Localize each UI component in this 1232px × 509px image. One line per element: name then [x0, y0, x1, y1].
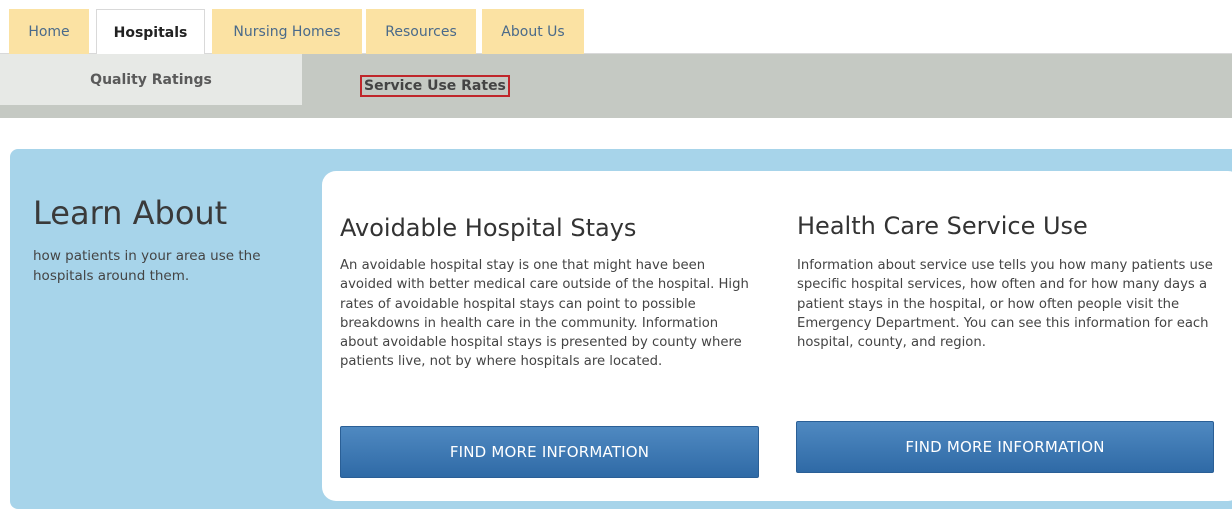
subnav-quality-ratings[interactable]: Quality Ratings: [0, 54, 302, 105]
tab-home[interactable]: Home: [9, 9, 89, 54]
avoidable-stays-description: An avoidable hospital stay is one that m…: [340, 258, 749, 370]
learn-about-subtitle: how patients in your area use the hospit…: [33, 248, 261, 284]
tab-resources[interactable]: Resources: [366, 9, 476, 54]
avoidable-stays-title: Avoidable Hospital Stays: [340, 214, 637, 242]
tab-hospitals[interactable]: Hospitals: [96, 9, 205, 55]
learn-about-title: Learn About: [33, 194, 228, 232]
service-use-description: Information about service use tells you …: [797, 258, 1213, 351]
tab-about-us[interactable]: About Us: [482, 9, 584, 54]
main-nav: Home Hospitals Nursing Homes Resources A…: [0, 0, 1232, 55]
service-use-find-more-button[interactable]: FIND MORE INFORMATION: [796, 421, 1214, 473]
sub-nav: Quality Ratings Service Use Rates: [0, 54, 1232, 118]
tab-nursing-homes[interactable]: Nursing Homes: [212, 9, 362, 54]
service-use-title: Health Care Service Use: [797, 212, 1088, 240]
avoidable-stays-find-more-button[interactable]: FIND MORE INFORMATION: [340, 426, 759, 478]
subnav-service-use-rates[interactable]: Service Use Rates: [360, 75, 510, 97]
